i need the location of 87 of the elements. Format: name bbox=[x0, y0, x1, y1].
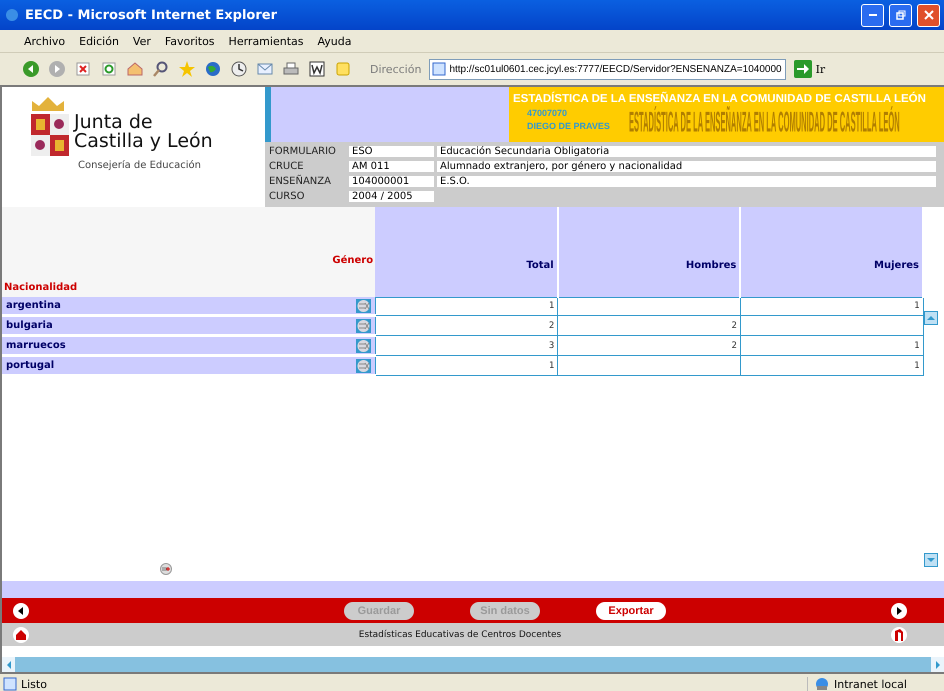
collapse-icon[interactable] bbox=[356, 318, 371, 332]
center-name: DIEGO DE PRAVES bbox=[527, 121, 611, 131]
table-cell: 1 bbox=[740, 297, 923, 316]
close-icon bbox=[924, 10, 934, 20]
table-cell: 1 bbox=[740, 336, 923, 356]
restore-icon bbox=[896, 10, 906, 20]
clock-icon[interactable] bbox=[230, 60, 248, 78]
exit-button[interactable] bbox=[890, 626, 908, 644]
row-label: argentina bbox=[6, 300, 61, 311]
page-icon bbox=[3, 677, 17, 691]
info-code: 2004 / 2005 bbox=[349, 191, 434, 202]
collapse-icon[interactable] bbox=[356, 358, 371, 372]
table-cell: 3 bbox=[375, 336, 558, 356]
logo-text: Castilla y León bbox=[74, 132, 213, 151]
left-icon bbox=[6, 660, 12, 668]
info-label: ENSEÑANZA bbox=[268, 176, 332, 187]
maximize-button[interactable] bbox=[889, 4, 912, 26]
status-text: Listo bbox=[21, 678, 47, 690]
column-header: Hombres bbox=[558, 207, 740, 297]
expand-icon[interactable] bbox=[160, 563, 172, 575]
center-code: 47007070 bbox=[527, 108, 568, 118]
info-code: 104000001 bbox=[349, 176, 434, 187]
logo-text: Junta de bbox=[74, 113, 154, 132]
info-label: CRUCE bbox=[268, 161, 305, 172]
minimize-icon bbox=[868, 14, 876, 16]
row-label: bulgaria bbox=[6, 320, 53, 331]
refresh-icon[interactable] bbox=[100, 60, 118, 78]
search-icon[interactable] bbox=[152, 60, 170, 78]
collapse-icon[interactable] bbox=[356, 338, 371, 352]
coat-of-arms-icon bbox=[30, 113, 70, 157]
horizontal-scrollbar[interactable] bbox=[2, 656, 944, 672]
menu-item[interactable]: Ayuda bbox=[317, 34, 352, 48]
footer-text: Estadísticas Educativas de Centros Docentes bbox=[358, 630, 562, 640]
scroll-down-button[interactable] bbox=[924, 553, 938, 567]
action-button[interactable]: Exportar bbox=[596, 602, 666, 620]
next-button[interactable] bbox=[890, 602, 908, 620]
table-cell: 2 bbox=[375, 316, 558, 336]
previous-button[interactable] bbox=[12, 602, 30, 620]
down-icon bbox=[927, 557, 935, 563]
network-icon bbox=[814, 677, 830, 691]
logo-subtitle: Consejería de Educación bbox=[78, 160, 202, 171]
row-label: portugal bbox=[6, 360, 54, 371]
zone-text: Intranet local bbox=[834, 678, 907, 690]
table-cell: 2 bbox=[558, 336, 740, 356]
row-label: marruecos bbox=[6, 340, 66, 351]
address-label: Dirección bbox=[370, 62, 422, 76]
info-description: Alumnado extranjero, por género y nacionalidad bbox=[437, 161, 936, 172]
home-button[interactable] bbox=[12, 626, 30, 644]
info-label: CURSO bbox=[268, 191, 306, 202]
go-button[interactable]: Ir bbox=[794, 60, 826, 78]
banner-title: ESTADÍSTICA DE LA ENSEÑANZA EN LA COMUNIDAD DE CASTILLA LEÓN bbox=[513, 93, 927, 105]
column-dimension-label: Género bbox=[331, 255, 374, 266]
menu-item[interactable]: Favoritos bbox=[164, 34, 215, 48]
star-icon[interactable] bbox=[178, 60, 196, 78]
forward-icon[interactable] bbox=[48, 60, 66, 78]
column-header: Total bbox=[375, 207, 558, 297]
menu-item[interactable]: Ver bbox=[132, 34, 151, 48]
browser-icon bbox=[4, 7, 20, 23]
home-icon[interactable] bbox=[126, 60, 144, 78]
table-cell: 1 bbox=[740, 356, 923, 376]
page-icon bbox=[432, 62, 446, 76]
scroll-up-button[interactable] bbox=[924, 311, 938, 325]
info-code: AM 011 bbox=[349, 161, 434, 172]
menu-item[interactable]: Herramientas bbox=[228, 34, 304, 48]
close-button[interactable] bbox=[917, 4, 940, 26]
info-description: Educación Secundaria Obligatoria bbox=[437, 146, 936, 157]
table-cell: 1 bbox=[375, 297, 558, 316]
minimize-button[interactable] bbox=[861, 4, 884, 26]
address-field[interactable]: http://sc01ul0601.cec.jcyl.es:7777/EECD/Servidor?ENSENANZA=1040000 bbox=[429, 58, 786, 80]
row-dimension-label: Nacionalidad bbox=[4, 282, 78, 293]
stop-icon[interactable] bbox=[74, 60, 92, 78]
document-icon[interactable] bbox=[308, 60, 326, 78]
menu-item[interactable]: Archivo bbox=[24, 34, 66, 48]
info-label: FORMULARIO bbox=[268, 146, 337, 157]
collapse-icon[interactable] bbox=[356, 298, 371, 312]
table-cell: 1 bbox=[375, 356, 558, 376]
globe-icon[interactable] bbox=[204, 60, 222, 78]
up-icon bbox=[927, 315, 935, 321]
column-header: Mujeres bbox=[740, 207, 923, 297]
banner-backdrop-text: ESTADÍSTICA DE LA ENSEÑANZA EN LA COMUNIDAD DE CASTILLA LEÓN bbox=[629, 105, 900, 138]
info-description: E.S.O. bbox=[437, 176, 936, 187]
menu-item[interactable]: Edición bbox=[79, 34, 119, 48]
window-title: EECD - Microsoft Internet Explorer bbox=[25, 8, 278, 22]
right-icon bbox=[934, 660, 940, 668]
back-icon[interactable] bbox=[22, 60, 40, 78]
info-code: ESO bbox=[349, 146, 434, 157]
table-cell: 2 bbox=[558, 316, 740, 336]
